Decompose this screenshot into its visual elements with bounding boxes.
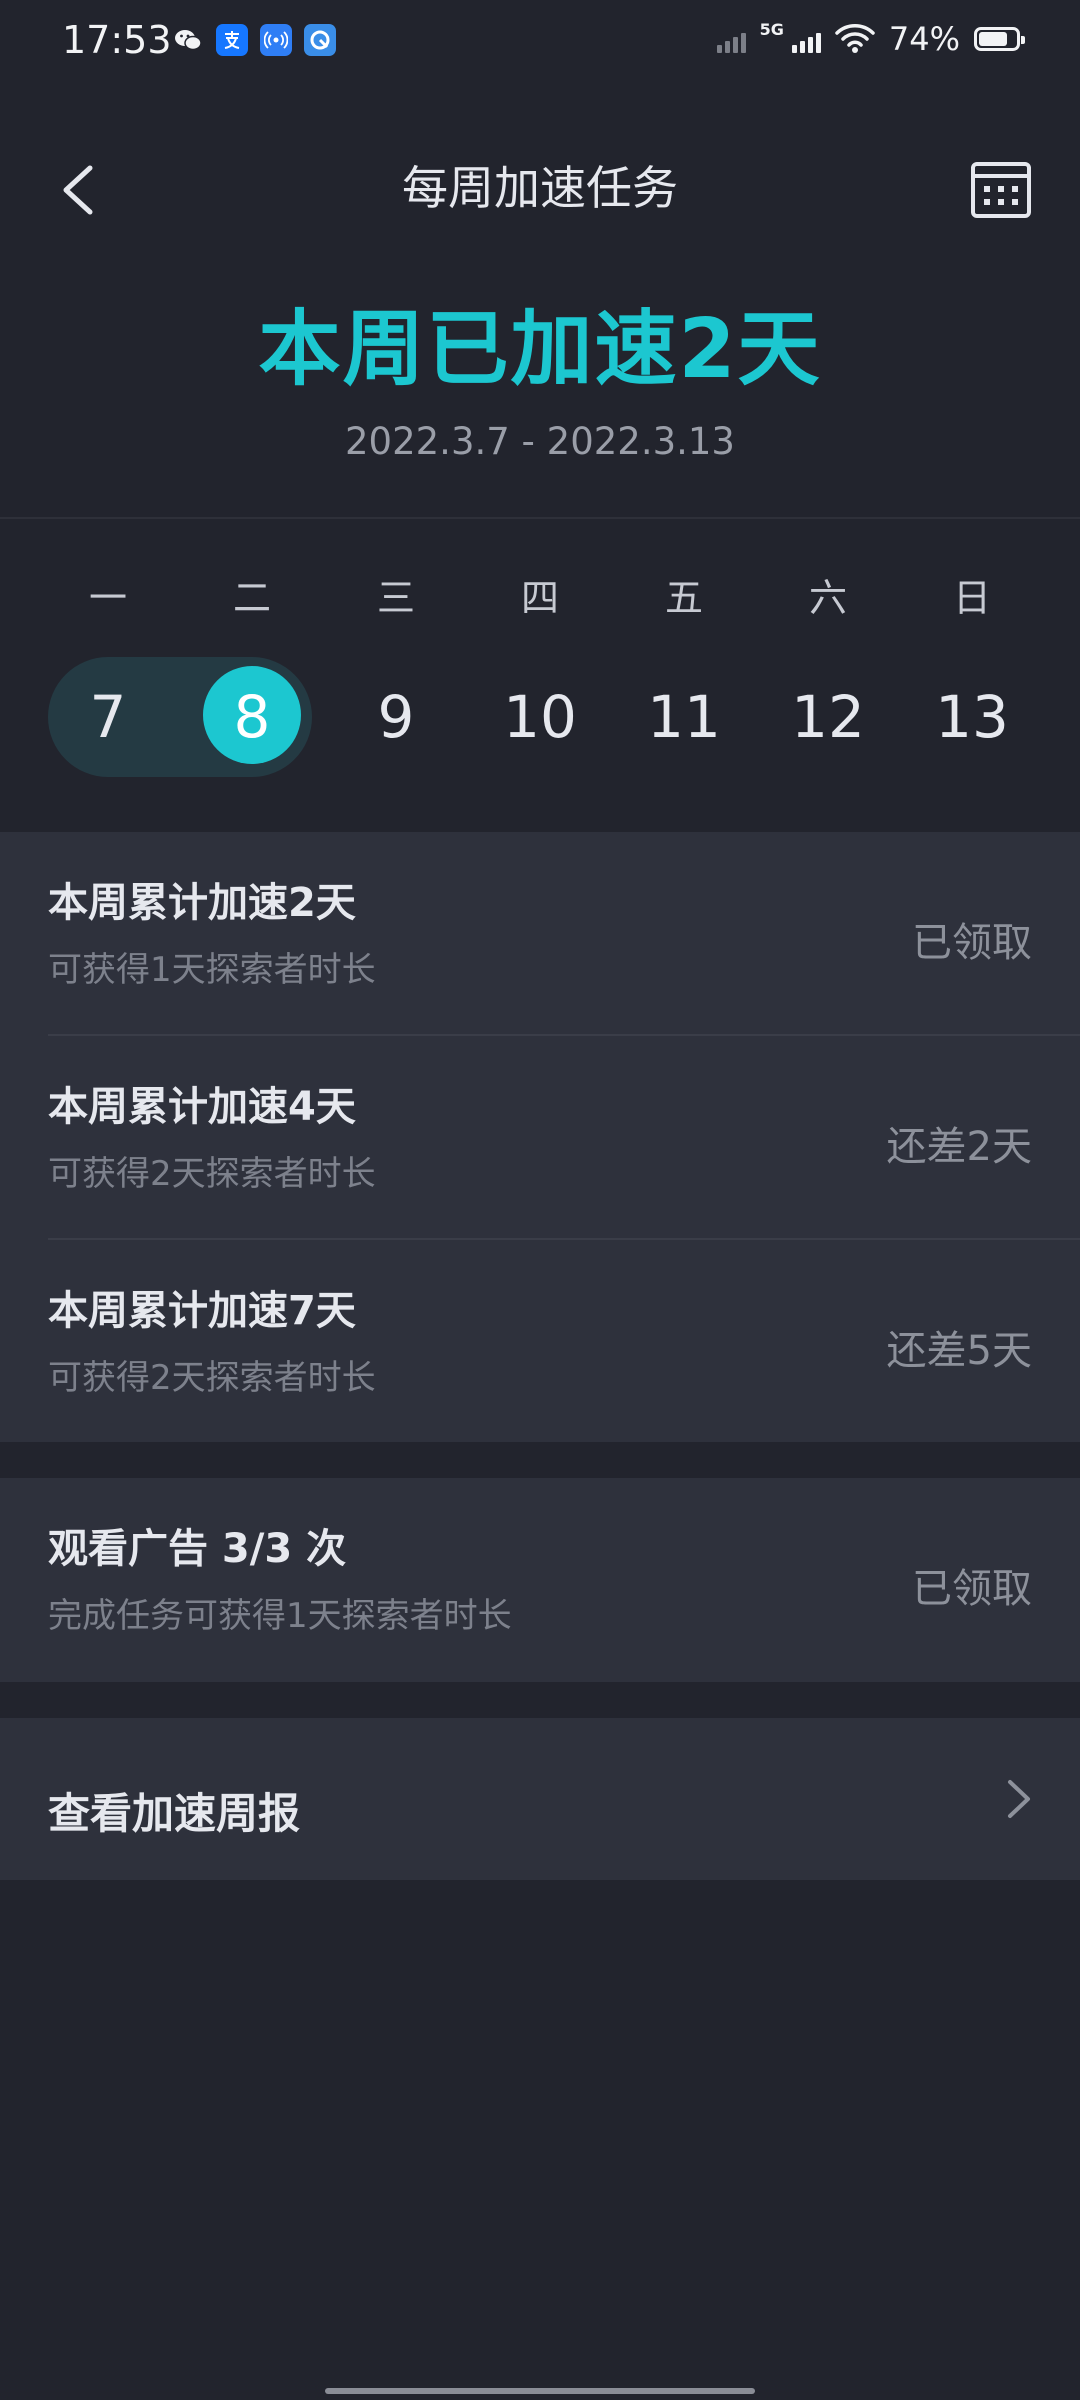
weekly-report-link[interactable]: 查看加速周报: [0, 1718, 1080, 1880]
ad-task-reward: 完成任务可获得1天探索者时长: [48, 1596, 512, 1636]
task-title: 本周累计加速4天: [48, 1084, 356, 1130]
calendar-icon: [971, 162, 1031, 218]
ad-task-card[interactable]: 观看广告 3/3 次 完成任务可获得1天探索者时长 已领取: [0, 1478, 1080, 1682]
task-status: 还差5天: [886, 1328, 1032, 1374]
ad-task-status: 已领取: [912, 1566, 1032, 1612]
signal-sim2-icon: [716, 25, 746, 53]
task-title: 本周累计加速7天: [48, 1288, 356, 1334]
date-cell: 12: [791, 683, 865, 751]
task-reward: 可获得1天探索者时长: [48, 950, 376, 990]
task-row[interactable]: 本周累计加速4天 可获得2天探索者时长 还差2天: [0, 1036, 1080, 1239]
task-status: 已领取: [912, 920, 1032, 966]
wechat-icon: [172, 24, 204, 56]
weekday-label: 二: [232, 576, 271, 620]
status-bar: 17:53 5G 74%: [0, 0, 1080, 86]
status-time: 17:53: [62, 18, 172, 62]
wifi-icon: [835, 24, 875, 53]
ad-task-title: 观看广告 3/3 次: [48, 1526, 347, 1572]
date-cell: 10: [503, 683, 577, 751]
ad-task-row[interactable]: 观看广告 3/3 次 完成任务可获得1天探索者时长 已领取: [0, 1478, 1080, 1681]
network-type: 5G: [759, 19, 784, 39]
weekday-label: 五: [664, 576, 703, 620]
task-row[interactable]: 本周累计加速7天 可获得2天探索者时长 还差5天: [0, 1240, 1080, 1443]
system-status: 5G 74%: [716, 19, 1025, 58]
week-dates: 7 8 9 10 11 12 13: [0, 655, 1080, 780]
battery-icon: [974, 27, 1025, 51]
date-range: 2022.3.7 - 2022.3.13: [345, 420, 735, 463]
date-cell: 9: [377, 683, 415, 751]
weekday-label: 一: [88, 576, 127, 620]
date-cell: 11: [647, 683, 721, 751]
weekday-labels: 一 二 三 四 五 六 日: [0, 568, 1080, 628]
chevron-right-icon: [1008, 1780, 1030, 1818]
home-indicator[interactable]: [325, 2388, 755, 2394]
alipay-icon: [216, 24, 248, 56]
notification-icons: [172, 24, 336, 56]
weekday-label: 四: [520, 576, 559, 620]
task-row[interactable]: 本周累计加速2天 可获得1天探索者时长 已领取: [0, 832, 1080, 1035]
signal-sim1-icon: [791, 25, 821, 53]
task-title: 本周累计加速2天: [48, 880, 356, 926]
weekday-label: 六: [808, 576, 847, 620]
hotspot-app-icon: [260, 24, 292, 56]
weekly-summary-title: 本周已加速2天: [258, 302, 822, 397]
battery-percent: 74%: [888, 20, 960, 58]
weekday-label: 三: [376, 576, 415, 620]
weekly-report-label: 查看加速周报: [48, 1789, 301, 1838]
page-title: 每周加速任务: [402, 161, 678, 215]
task-reward: 可获得2天探索者时长: [48, 1358, 376, 1398]
task-reward: 可获得2天探索者时长: [48, 1154, 376, 1194]
calendar-button[interactable]: [966, 154, 1036, 224]
weekday-label: 日: [952, 576, 991, 620]
divider: [0, 517, 1080, 519]
task-status: 还差2天: [886, 1124, 1032, 1170]
accelerator-app-icon: [304, 24, 336, 56]
date-cell-today: 8: [233, 683, 271, 751]
weekly-task-card: 本周累计加速2天 可获得1天探索者时长 已领取 本周累计加速4天 可获得2天探索…: [0, 832, 1080, 1442]
date-cell: 7: [89, 683, 127, 751]
date-cell: 13: [935, 683, 1009, 751]
